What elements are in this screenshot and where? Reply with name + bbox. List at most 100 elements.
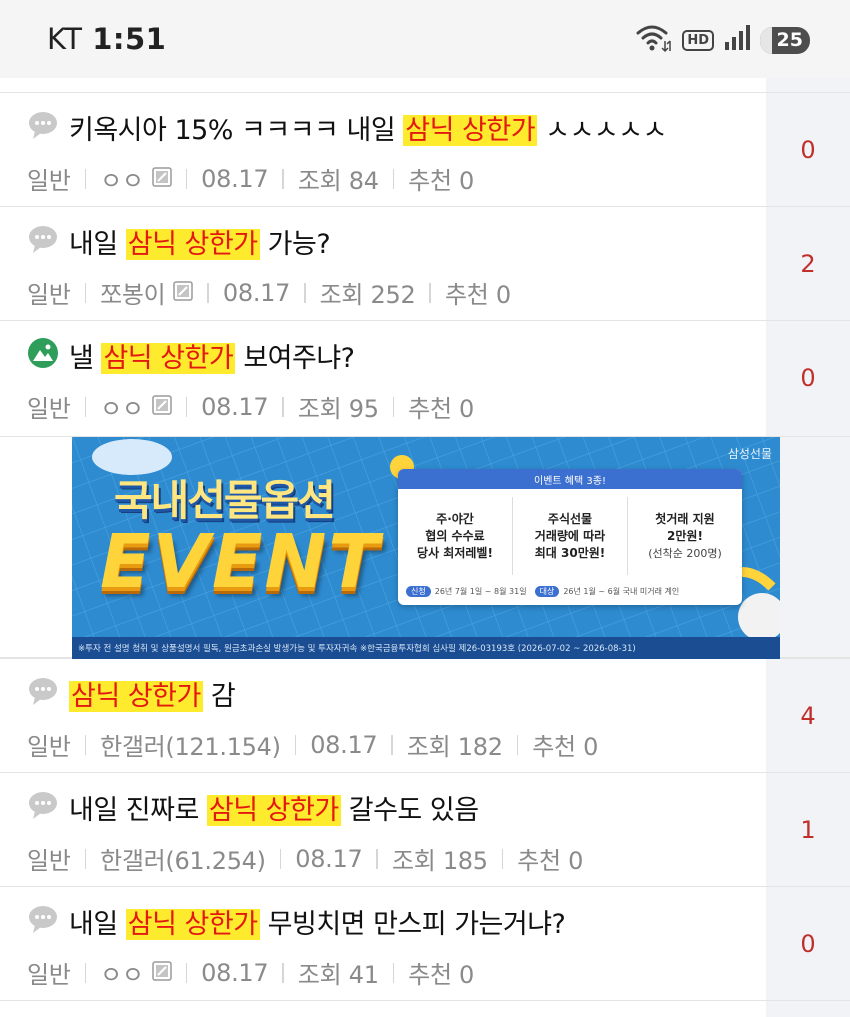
post-body[interactable]: 키옥시아 15% ㅋㅋㅋㅋ 내일 삼닉 상한가 ㅅㅅㅅㅅㅅ 일반 ㅇㅇ 08.1… (0, 93, 766, 206)
post-views: 조회 182 (406, 733, 503, 761)
ad-benefit-card: 이벤트 혜택 3종! 주·야간 협의 수수료 당사 최저레벨! 주식선물 거래량… (398, 469, 742, 605)
post-views: 조회 95 (297, 395, 379, 423)
divider (392, 962, 395, 983)
speech-bubble-icon (27, 903, 69, 939)
post-body[interactable]: 삼닉 상한가 감 일반 한갤러(121.154) 08.17 조회 182 추천… (0, 659, 766, 772)
post-body[interactable]: 내일 진짜로 삼닉 상한가 갈수도 있음 일반 한갤러(61.254) 08.1… (0, 773, 766, 886)
image-post-icon (27, 337, 69, 373)
keyword-highlight: 삼닉 상한가 (101, 342, 236, 374)
user-badge-icon (144, 959, 172, 987)
speech-bubble-icon (27, 789, 69, 825)
post-recommend: 추천 0 (408, 961, 475, 989)
post-meta: 일반 한갤러(121.154) 08.17 조회 182 추천 0 (27, 727, 598, 762)
post-title-text[interactable]: 내일 삼닉 상한가 가능? (69, 222, 331, 261)
divider (185, 962, 188, 983)
ad-benefits: 주·야간 협의 수수료 당사 최저레벨! 주식선물 거래량에 따라 최대 30만… (398, 497, 742, 575)
post-body[interactable]: 내일 삼닉 상한가 가능? 일반 쪼봉이 08.17 조회 252 추천 0 (0, 207, 766, 320)
keyword-highlight: 삼닉 상한가 (125, 908, 260, 940)
keyword-highlight: 삼닉 상한가 (125, 228, 260, 260)
speech-bubble-icon (27, 675, 69, 711)
post-title[interactable]: 내일 삼닉 상한가 무빙치면 만스피 가는거냐? (27, 901, 566, 941)
post-author[interactable]: ㅇㅇ (100, 955, 144, 990)
divider (429, 282, 431, 303)
user-badge-icon (144, 165, 172, 193)
post-title[interactable]: 내일 삼닉 상한가 가능? (27, 221, 331, 261)
divider (391, 734, 393, 755)
divider (84, 282, 87, 303)
post-views: 조회 84 (297, 167, 379, 195)
comment-count[interactable]: 4 (766, 659, 850, 772)
comment-count[interactable]: 1 (766, 773, 850, 886)
post-row[interactable]: 내일 삼닉 상한가 가능? 일반 쪼봉이 08.17 조회 252 추천 0 2 (0, 206, 850, 320)
post-meta: 일반 ㅇㅇ 08.17 조회 84 추천 0 (27, 161, 474, 196)
post-title-text[interactable]: 삼닉 상한가 감 (69, 674, 236, 713)
post-meta: 일반 쪼봉이 08.17 조회 252 추천 0 (27, 275, 511, 310)
post-meta: 일반 ㅇㅇ 08.17 조회 41 추천 0 (27, 955, 474, 990)
post-row[interactable]: 삼닉 상한가 감 일반 한갤러(121.154) 08.17 조회 182 추천… (0, 658, 850, 772)
divider (84, 962, 87, 983)
battery-icon: 25 (760, 26, 810, 54)
benefit-item: 주·야간 협의 수수료 당사 최저레벨! (398, 497, 513, 575)
post-category: 일반 (27, 395, 71, 423)
signal-icon (724, 25, 750, 55)
post-date: 08.17 (295, 844, 363, 873)
post-title[interactable]: 키옥시아 15% ㅋㅋㅋㅋ 내일 삼닉 상한가 ㅅㅅㅅㅅㅅ (27, 107, 667, 147)
post-category: 일반 (27, 167, 71, 195)
post-author[interactable]: 한갤러(61.254) (100, 841, 266, 876)
post-title[interactable]: 낼 삼닉 상한가 보여주냐? (27, 335, 355, 375)
post-title[interactable]: 삼닉 상한가 감 (27, 673, 236, 713)
post-author[interactable]: ㅇㅇ (100, 161, 144, 196)
carrier-time: KT 1:51 (47, 22, 166, 56)
post-title-text[interactable]: 낼 삼닉 상한가 보여주냐? (69, 336, 355, 375)
comment-count[interactable]: 0 (766, 93, 850, 206)
post-category: 일반 (27, 281, 71, 309)
wifi-icon (636, 23, 672, 57)
post-row[interactable]: 키옥시아 15% ㅋㅋㅋㅋ 내일 삼닉 상한가 ㅅㅅㅅㅅㅅ 일반 ㅇㅇ 08.1… (0, 92, 850, 206)
post-title-text[interactable]: 내일 삼닉 상한가 무빙치면 만스피 가는거냐? (69, 902, 566, 941)
list-end-divider (0, 1000, 850, 1001)
hd-badge: HD (682, 29, 714, 51)
post-recommend: 추천 0 (532, 733, 599, 761)
post-author[interactable]: 한갤러(121.154) (100, 727, 281, 762)
ad-brand: 삼성선물 (727, 447, 772, 461)
post-date: 08.17 (201, 392, 269, 421)
post-row[interactable]: 내일 진짜로 삼닉 상한가 갈수도 있음 일반 한갤러(61.254) 08.1… (0, 772, 850, 886)
post-date: 08.17 (201, 958, 269, 987)
post-recommend: 추천 0 (444, 281, 511, 309)
status-bar: KT 1:51 HD 25 (0, 0, 850, 78)
post-title[interactable]: 내일 진짜로 삼닉 상한가 갈수도 있음 (27, 787, 479, 827)
comment-count[interactable]: 0 (766, 321, 850, 434)
post-body[interactable]: 낼 삼닉 상한가 보여주냐? 일반 ㅇㅇ 08.17 조회 95 추천 0 (0, 321, 766, 434)
status-icons: HD 25 (636, 22, 810, 58)
carrier-name: KT (47, 22, 83, 56)
post-body[interactable]: 내일 삼닉 상한가 무빙치면 만스피 가는거냐? 일반 ㅇㅇ 08.17 조회 … (0, 887, 766, 1000)
benefit-item: 주식선물 거래량에 따라 최대 30만원! (513, 497, 628, 575)
divider (282, 396, 284, 417)
divider (185, 168, 188, 189)
comment-count[interactable]: 2 (766, 207, 850, 320)
comment-count[interactable]: 0 (766, 887, 850, 1000)
post-views: 조회 185 (391, 847, 488, 875)
post-author[interactable]: 쪼봉이 (100, 275, 166, 310)
post-row[interactable]: 내일 삼닉 상한가 무빙치면 만스피 가는거냐? 일반 ㅇㅇ 08.17 조회 … (0, 886, 850, 1000)
post-views: 조회 252 (319, 281, 416, 309)
divider (282, 962, 284, 983)
post-title-text[interactable]: 키옥시아 15% ㅋㅋㅋㅋ 내일 삼닉 상한가 ㅅㅅㅅㅅㅅ (69, 108, 667, 147)
post-date: 08.17 (201, 164, 269, 193)
divider (294, 734, 297, 755)
ad-periods: 신청 26년 7월 1일 ~ 8월 31일 대상 26년 1월 ~ 6월 국내 미거… (406, 586, 679, 597)
post-date: 08.17 (222, 278, 291, 307)
post-meta: 일반 ㅇㅇ 08.17 조회 95 추천 0 (27, 389, 474, 424)
divider (84, 396, 87, 417)
post-category: 일반 (27, 961, 71, 989)
speech-bubble-icon (27, 223, 69, 259)
ad-card-header: 이벤트 혜택 3종! (398, 469, 742, 489)
ad-banner[interactable]: 삼성선물 국내선물옵션 EVENT 이벤트 혜택 3종! 주·야간 협의 수수료… (72, 437, 780, 659)
post-category: 일반 (27, 733, 71, 761)
post-row[interactable]: 낼 삼닉 상한가 보여주냐? 일반 ㅇㅇ 08.17 조회 95 추천 0 0 (0, 320, 850, 434)
post-recommend: 추천 0 (408, 395, 475, 423)
post-title-text[interactable]: 내일 진짜로 삼닉 상한가 갈수도 있음 (69, 788, 479, 827)
ad-row: 삼성선물 국내선물옵션 EVENT 이벤트 혜택 3종! 주·야간 협의 수수료… (0, 436, 850, 659)
divider (516, 734, 519, 755)
post-author[interactable]: ㅇㅇ (100, 389, 144, 424)
